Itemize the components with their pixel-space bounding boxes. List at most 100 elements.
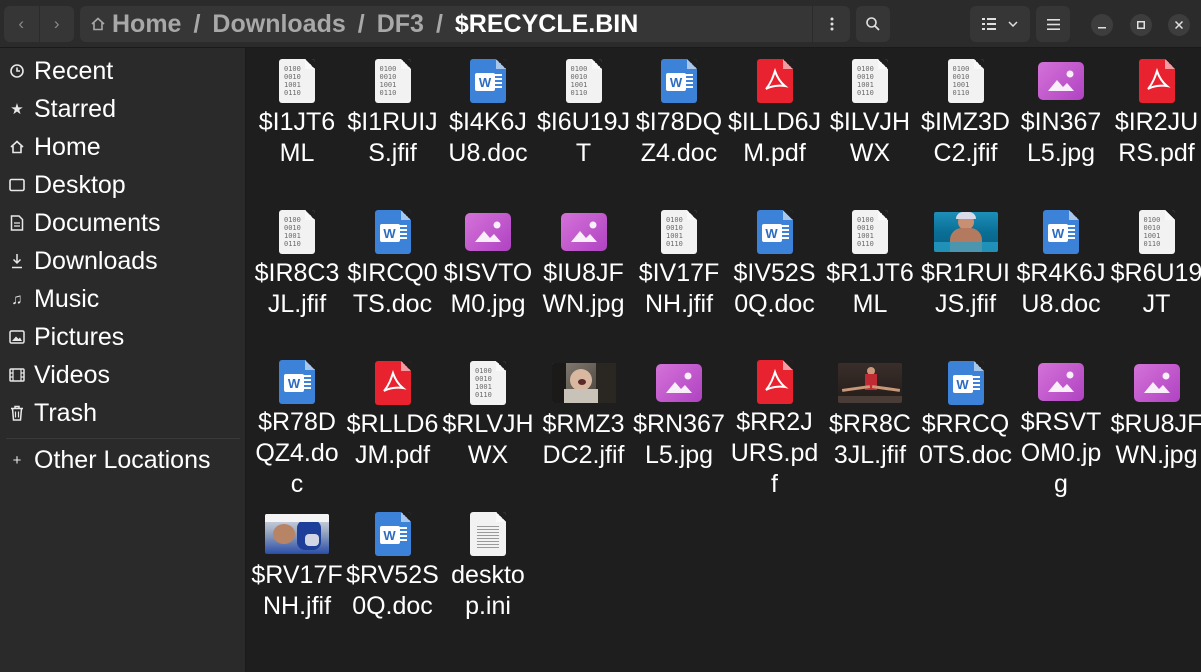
file-name: $ILLD6JM.pdf <box>727 108 822 167</box>
main-menu-button[interactable] <box>1036 6 1070 42</box>
file-item[interactable]: W $IV52S0Q.doc <box>727 199 823 349</box>
close-icon <box>1175 21 1183 29</box>
file-icon-wrapper <box>453 208 523 256</box>
file-item[interactable]: 0100 0010 1001 0110 $I6U19JT <box>536 48 632 198</box>
file-item[interactable]: $RR2JURS.pdf <box>727 350 823 500</box>
file-item[interactable]: $IU8JFWN.jpg <box>536 199 632 349</box>
sidebar-item-recent[interactable]: Recent <box>0 52 245 90</box>
file-icon-wrapper: 0100 0010 1001 0110 <box>453 359 523 407</box>
file-name: $R1RUIJS.jfif <box>921 259 1010 318</box>
file-name: $R1JT6ML <box>826 259 914 318</box>
list-view-icon <box>982 18 996 30</box>
sidebar-item-documents[interactable]: Documents <box>0 204 245 242</box>
file-name: $IR2JURS.pdf <box>1114 108 1199 167</box>
file-item[interactable]: W $IRCQ0TS.doc <box>345 199 441 349</box>
sidebar-item-downloads[interactable]: Downloads <box>0 242 245 280</box>
file-item[interactable]: $RMZ3DC2.jfif <box>536 350 632 500</box>
sidebar-item-starred[interactable]: ★ Starred <box>0 90 245 128</box>
music-icon: ♫ <box>11 290 23 308</box>
file-name: $RLVJHWX <box>442 410 534 469</box>
file-item[interactable]: $R1RUIJS.jfif <box>918 199 1014 349</box>
binary-file-icon: 0100 0010 1001 0110 <box>279 210 315 254</box>
view-mode-button[interactable] <box>970 6 1030 42</box>
file-item[interactable]: $RU8JFWN.jpg <box>1109 350 1201 500</box>
file-item[interactable]: W $R4K6JU8.doc <box>1013 199 1109 349</box>
file-item[interactable]: $ISVTOM0.jpg <box>440 199 536 349</box>
file-item[interactable]: 0100 0010 1001 0110 $ILVJHWX <box>822 48 918 198</box>
file-item[interactable]: $RN367L5.jpg <box>631 350 727 500</box>
sidebar-item-music[interactable]: ♫ Music <box>0 280 245 318</box>
breadcrumb-downloads[interactable]: Downloads <box>212 10 345 39</box>
close-button[interactable] <box>1168 14 1190 36</box>
file-icon-wrapper: 0100 0010 1001 0110 <box>931 57 1001 105</box>
sidebar: Recent ★ Starred Home Desktop Documents … <box>0 48 246 672</box>
sidebar-item-label: Music <box>34 284 100 313</box>
file-icon-wrapper: 0100 0010 1001 0110 <box>358 57 428 105</box>
file-name: $ILVJHWX <box>829 108 911 167</box>
file-item[interactable]: 0100 0010 1001 0110 $I1RUIJS.jfif <box>345 48 441 198</box>
file-icon-wrapper <box>1122 57 1192 105</box>
file-icon-wrapper: 0100 0010 1001 0110 <box>835 57 905 105</box>
file-item[interactable]: $RV17FNH.jfif <box>249 501 345 651</box>
file-name: $I6U19JT <box>536 108 631 167</box>
file-item[interactable]: 0100 0010 1001 0110 $R1JT6ML <box>822 199 918 349</box>
file-item[interactable]: 0100 0010 1001 0110 $IR8C3JL.jfif <box>249 199 345 349</box>
file-item[interactable]: $ILLD6JM.pdf <box>727 48 823 198</box>
search-button[interactable] <box>856 6 890 42</box>
sidebar-divider <box>6 438 240 439</box>
home-icon <box>88 14 108 34</box>
sidebar-item-trash[interactable]: Trash <box>0 394 245 432</box>
word-document-icon: W <box>947 361 984 405</box>
sidebar-item-pictures[interactable]: Pictures <box>0 318 245 356</box>
back-button[interactable]: ‹ <box>4 6 39 42</box>
path-bar: Home / Downloads / DF3 / $RECYCLE.BIN <box>80 6 850 42</box>
file-icon-wrapper <box>1026 359 1096 405</box>
file-item[interactable]: W $I4K6JU8.doc <box>440 48 536 198</box>
clock-icon <box>0 63 34 79</box>
video-icon <box>0 368 34 382</box>
file-item[interactable]: 0100 0010 1001 0110 $I1JT6ML <box>249 48 345 198</box>
image-file-icon <box>465 213 511 251</box>
binary-file-icon: 0100 0010 1001 0110 <box>661 210 697 254</box>
breadcrumb-df3[interactable]: DF3 <box>377 10 424 39</box>
file-item[interactable]: $RLLD6JM.pdf <box>345 350 441 500</box>
file-item[interactable]: W $RRCQ0TS.doc <box>918 350 1014 500</box>
file-item[interactable]: 0100 0010 1001 0110 $R6U19JT <box>1109 199 1201 349</box>
file-name: $R78DQZ4.doc <box>255 408 339 498</box>
file-item[interactable]: $IR2JURS.pdf <box>1109 48 1201 198</box>
breadcrumb-separator: / <box>357 9 365 38</box>
file-item[interactable]: 0100 0010 1001 0110 $RLVJHWX <box>440 350 536 500</box>
path-menu-button[interactable] <box>812 6 850 42</box>
binary-file-icon: 0100 0010 1001 0110 <box>279 59 315 103</box>
file-item[interactable]: $IN367L5.jpg <box>1013 48 1109 198</box>
sidebar-item-desktop[interactable]: Desktop <box>0 166 245 204</box>
forward-button[interactable]: › <box>38 6 75 42</box>
breadcrumb-current[interactable]: $RECYCLE.BIN <box>455 10 638 39</box>
file-item[interactable]: 0100 0010 1001 0110 $IV17FNH.jfif <box>631 199 727 349</box>
file-item[interactable]: $RSVTOM0.jpg <box>1013 350 1109 500</box>
breadcrumb-home[interactable]: Home <box>112 10 181 39</box>
file-icon-wrapper: 0100 0010 1001 0110 <box>1122 208 1192 256</box>
file-icon-wrapper: 0100 0010 1001 0110 <box>549 57 619 105</box>
file-item[interactable]: $RR8C3JL.jfif <box>822 350 918 500</box>
sidebar-item-home[interactable]: Home <box>0 128 245 166</box>
maximize-button[interactable] <box>1130 14 1152 36</box>
file-item[interactable]: 0100 0010 1001 0110 $IMZ3DC2.jfif <box>918 48 1014 198</box>
file-icon-wrapper: W <box>644 57 714 105</box>
trash-icon <box>0 405 34 421</box>
file-icon-wrapper: 0100 0010 1001 0110 <box>835 208 905 256</box>
sidebar-item-other-locations[interactable]: + Other Locations <box>0 441 245 479</box>
file-item[interactable]: W $RV52S0Q.doc <box>345 501 441 651</box>
file-icon-wrapper: W <box>262 359 332 405</box>
sidebar-item-label: Other Locations <box>34 445 211 474</box>
sidebar-item-videos[interactable]: Videos <box>0 356 245 394</box>
file-name: desktop.ini <box>451 561 525 620</box>
minimize-button[interactable] <box>1091 14 1113 36</box>
file-item[interactable]: W $R78DQZ4.doc <box>249 350 345 500</box>
file-item[interactable]: desktop.ini <box>440 501 536 651</box>
file-icon-wrapper <box>644 359 714 407</box>
file-item[interactable]: W $I78DQZ4.doc <box>631 48 727 198</box>
file-name: $RLLD6JM.pdf <box>346 410 439 469</box>
file-icon-wrapper <box>835 359 905 407</box>
word-document-icon: W <box>756 210 793 254</box>
